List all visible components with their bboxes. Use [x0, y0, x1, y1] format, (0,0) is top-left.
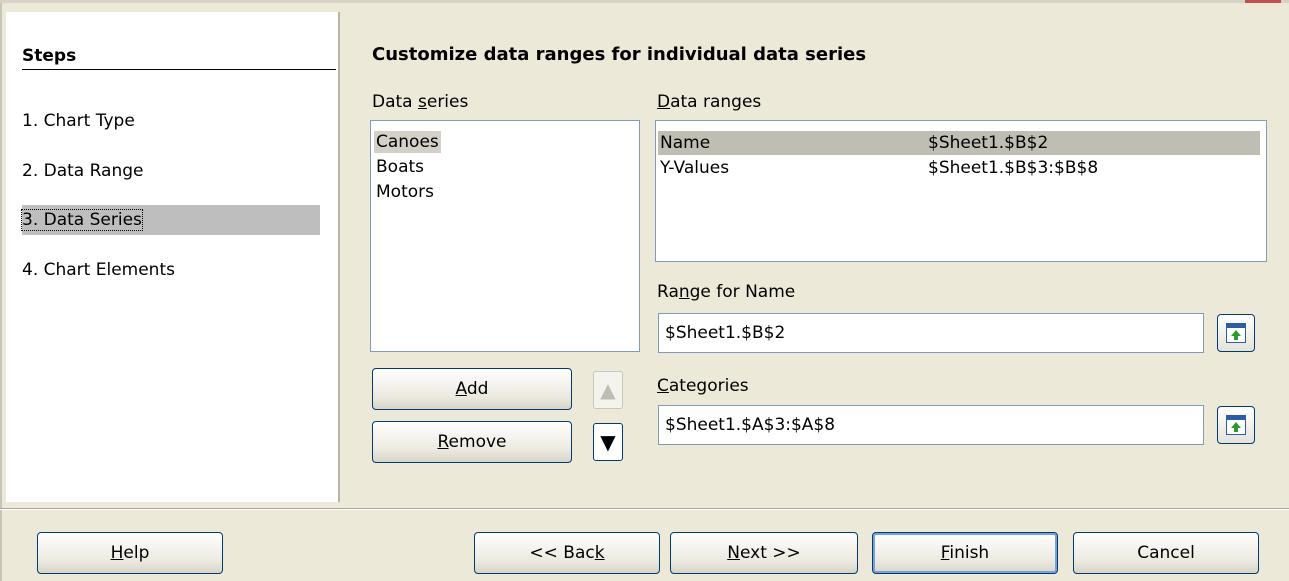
top-border	[0, 0, 1289, 3]
step-data-series[interactable]: 3. Data Series	[21, 205, 320, 235]
move-down-button[interactable]: ▼	[593, 423, 623, 461]
move-up-icon: ▲	[600, 378, 616, 402]
select-range-name-button[interactable]	[1217, 314, 1255, 352]
add-button[interactable]: Add	[372, 368, 572, 410]
remove-button[interactable]: Remove	[372, 421, 572, 463]
range-value: $Sheet1.$B$3:$B$8	[928, 158, 1099, 178]
shrink-dialog-icon	[1226, 323, 1246, 343]
list-item-motors[interactable]: Motors	[376, 181, 434, 203]
step-label: 1. Chart Type	[22, 111, 135, 131]
move-down-icon: ▼	[600, 430, 616, 454]
cancel-button[interactable]: Cancel	[1073, 532, 1259, 574]
categories-label: Categories	[657, 376, 749, 396]
step-label: 2. Data Range	[22, 161, 144, 181]
footer-separator	[0, 508, 1289, 510]
table-row[interactable]: Y-Values $Sheet1.$B$3:$B$8	[658, 156, 1260, 180]
range-role: Y-Values	[660, 158, 730, 178]
step-label: 3. Data Series	[21, 209, 143, 231]
data-ranges-label: Data ranges	[657, 92, 762, 112]
back-button[interactable]: << Back	[474, 532, 660, 574]
range-role: Name	[660, 133, 711, 153]
list-item-canoes[interactable]: Canoes	[374, 131, 441, 153]
table-row[interactable]: Name $Sheet1.$B$2	[658, 131, 1260, 155]
step-chart-type[interactable]: 1. Chart Type	[22, 106, 135, 136]
select-range-categories-button[interactable]	[1217, 406, 1255, 444]
step-label: 4. Chart Elements	[22, 260, 175, 280]
help-button[interactable]: Help	[37, 532, 223, 574]
move-up-button[interactable]: ▲	[593, 371, 623, 409]
list-item-boats[interactable]: Boats	[376, 156, 424, 178]
steps-title: Steps	[22, 46, 336, 70]
finish-button[interactable]: Finish	[872, 532, 1058, 574]
shrink-dialog-icon	[1226, 415, 1246, 435]
range-for-name-input[interactable]: $Sheet1.$B$2	[658, 313, 1204, 353]
data-series-label: Data series	[372, 92, 469, 112]
next-button[interactable]: Next >>	[670, 532, 858, 574]
range-value: $Sheet1.$B$2	[928, 133, 1049, 153]
categories-input[interactable]: $Sheet1.$A$3:$A$8	[658, 405, 1204, 445]
data-series-list[interactable]: Canoes Boats Motors	[370, 120, 640, 352]
range-for-name-label: Range for Name	[657, 282, 796, 302]
data-ranges-list[interactable]: Name $Sheet1.$B$2 Y-Values $Sheet1.$B$3:…	[655, 120, 1267, 262]
step-chart-elements[interactable]: 4. Chart Elements	[22, 255, 175, 285]
close-edge	[1245, 0, 1281, 3]
step-data-range[interactable]: 2. Data Range	[22, 156, 144, 186]
page-heading: Customize data ranges for individual dat…	[372, 44, 867, 65]
